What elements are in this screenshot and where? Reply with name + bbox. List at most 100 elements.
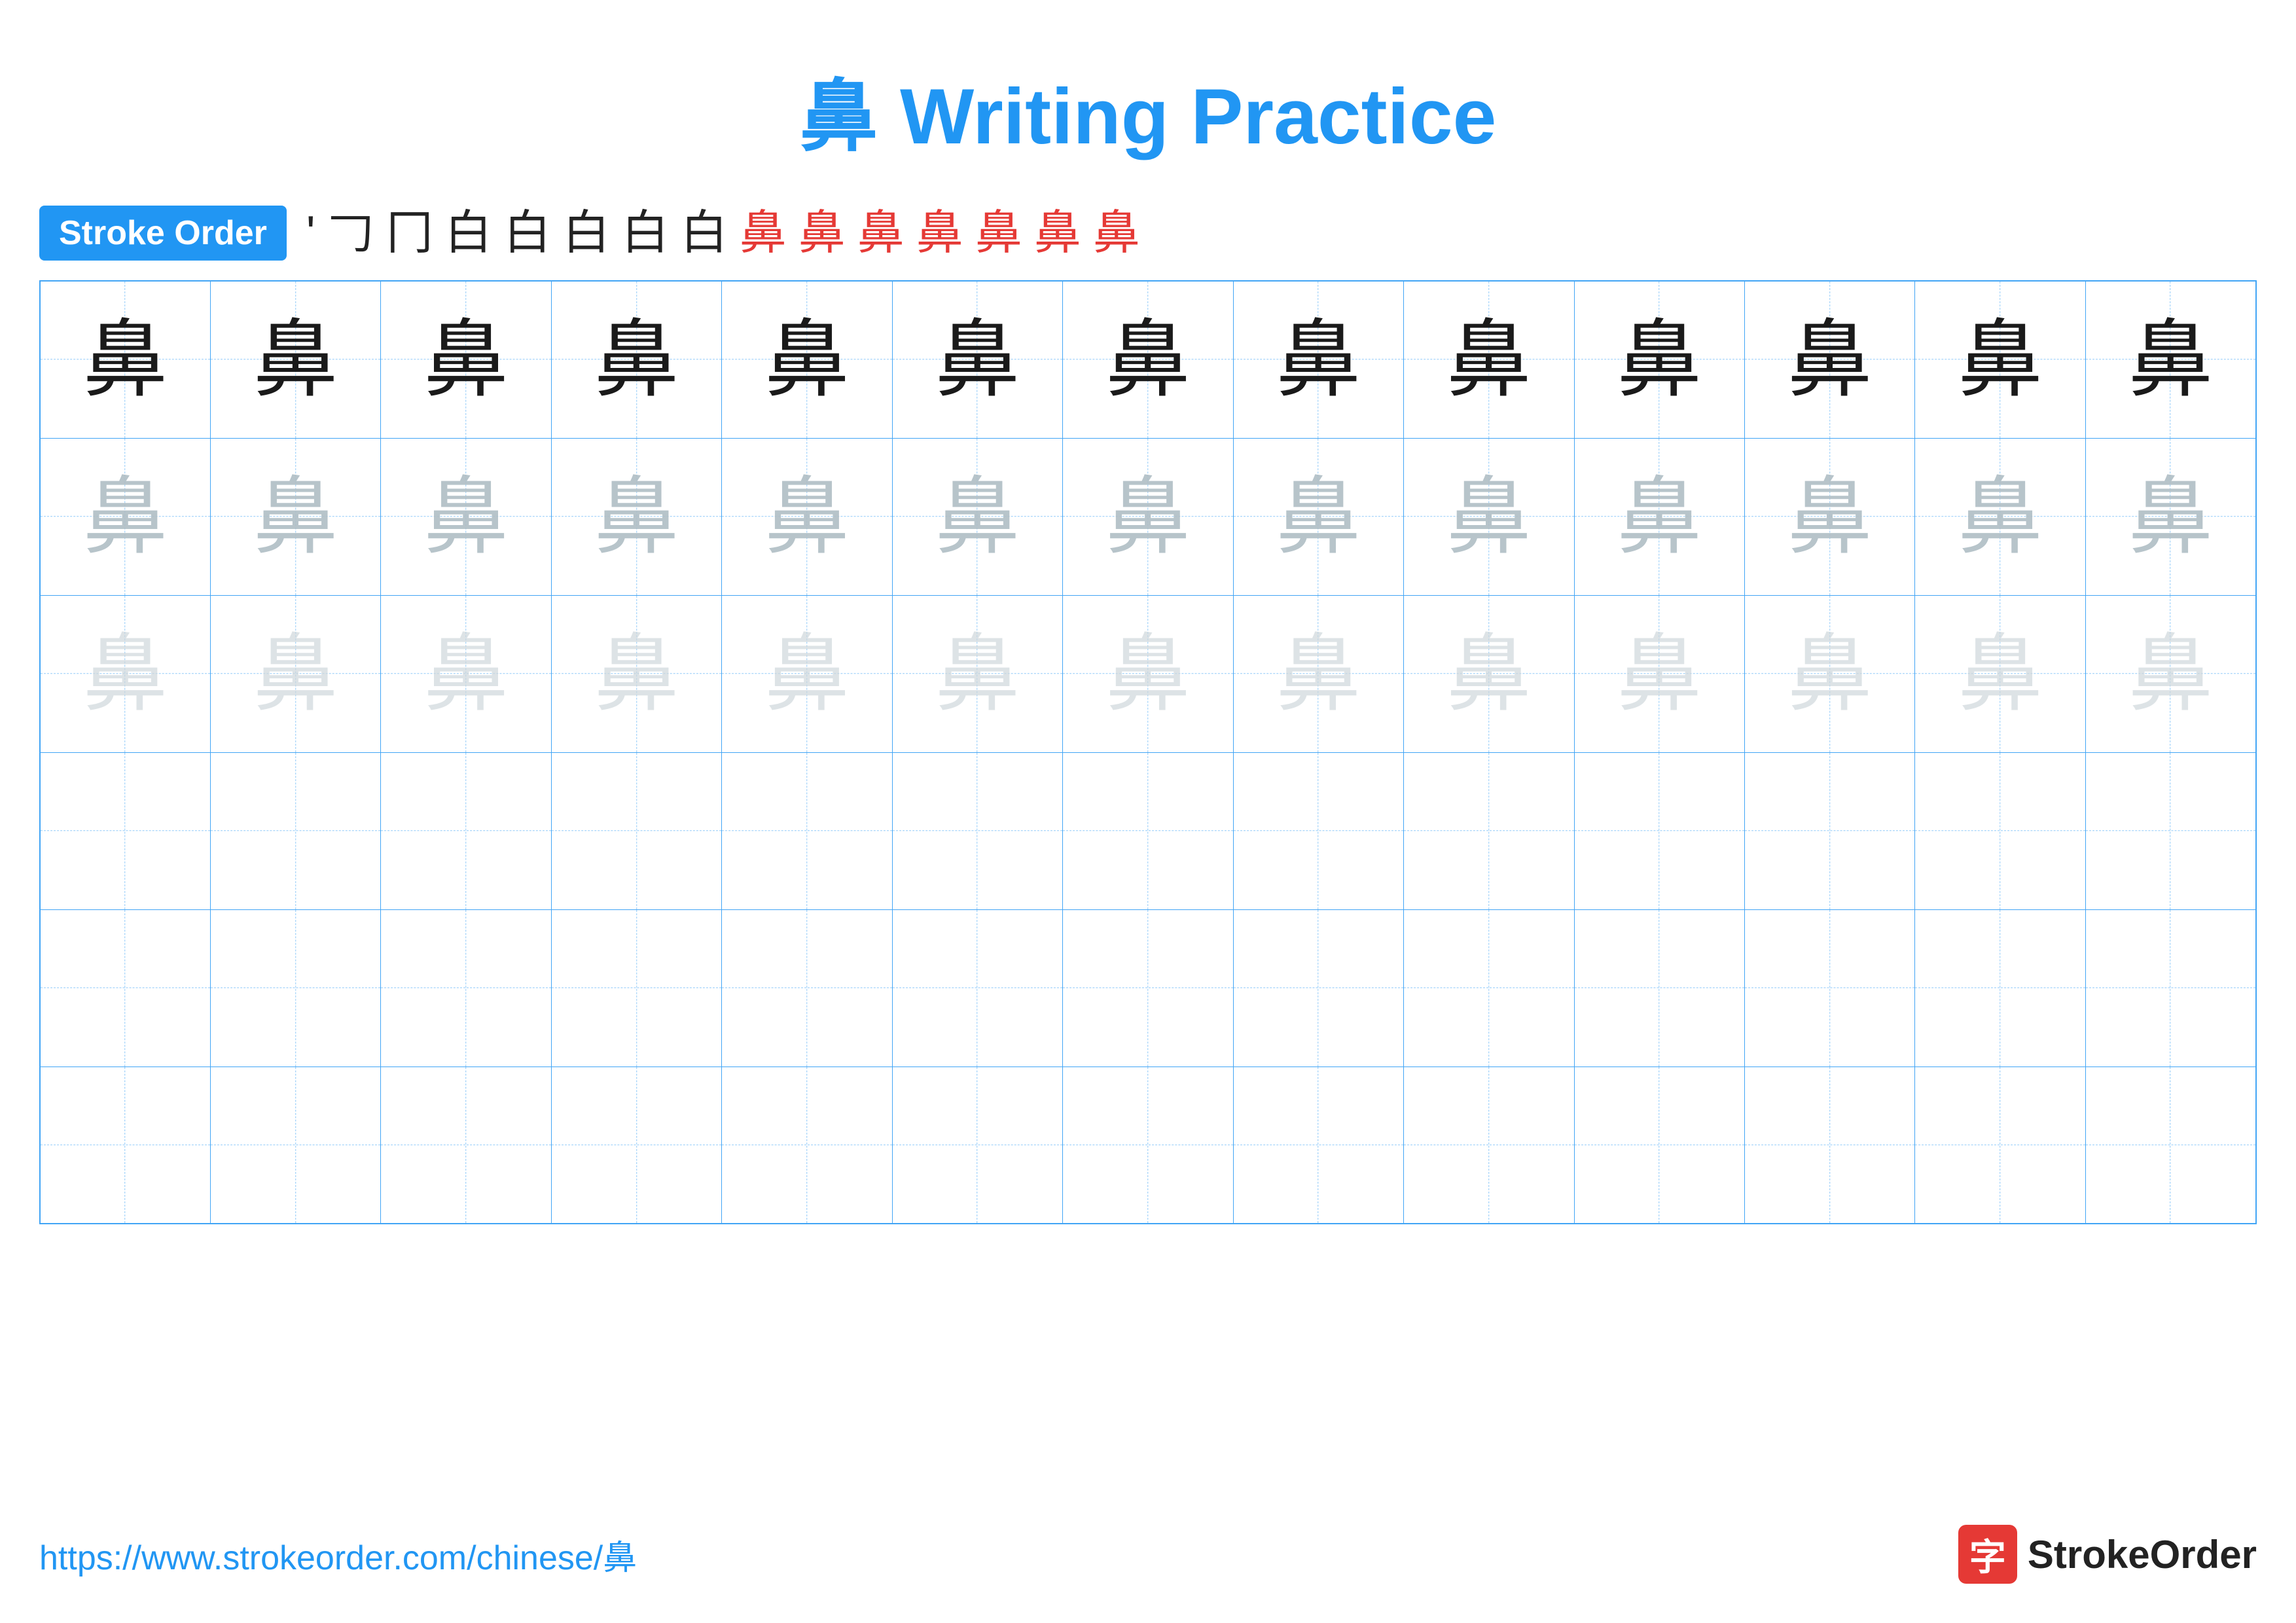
practice-char: 鼻 bbox=[2128, 469, 2213, 564]
stroke-order-badge: Stroke Order bbox=[39, 206, 287, 261]
grid-cell[interactable]: 鼻 bbox=[40, 281, 210, 438]
practice-char: 鼻 bbox=[1787, 312, 1873, 407]
grid-cell[interactable]: 鼻 bbox=[892, 281, 1062, 438]
grid-cell[interactable] bbox=[722, 1067, 892, 1224]
grid-cell[interactable] bbox=[551, 909, 721, 1067]
grid-cell[interactable] bbox=[381, 752, 551, 909]
grid-cell[interactable]: 鼻 bbox=[1745, 438, 1915, 595]
grid-cell[interactable]: 鼻 bbox=[1574, 438, 1744, 595]
stroke-13: 鼻 bbox=[975, 210, 1022, 257]
grid-cell[interactable] bbox=[1745, 1067, 1915, 1224]
grid-cell[interactable] bbox=[210, 752, 380, 909]
title-section: 鼻 Writing Practice bbox=[0, 0, 2296, 192]
grid-cell[interactable]: 鼻 bbox=[1745, 595, 1915, 752]
grid-cell[interactable] bbox=[722, 909, 892, 1067]
grid-cell[interactable]: 鼻 bbox=[1063, 281, 1233, 438]
table-row: 鼻 鼻 鼻 鼻 鼻 鼻 鼻 鼻 鼻 鼻 鼻 鼻 鼻 bbox=[40, 438, 2256, 595]
grid-cell[interactable]: 鼻 bbox=[892, 438, 1062, 595]
grid-cell[interactable]: 鼻 bbox=[1574, 595, 1744, 752]
grid-cell[interactable]: 鼻 bbox=[1915, 595, 2085, 752]
logo-text: StrokeOrder bbox=[2028, 1532, 2257, 1577]
grid-cell[interactable] bbox=[1233, 909, 1403, 1067]
grid-cell[interactable] bbox=[2085, 752, 2256, 909]
grid-cell[interactable]: 鼻 bbox=[381, 438, 551, 595]
grid-cell[interactable] bbox=[1063, 752, 1233, 909]
grid-cell[interactable]: 鼻 bbox=[892, 595, 1062, 752]
grid-cell[interactable] bbox=[40, 1067, 210, 1224]
grid-cell[interactable]: 鼻 bbox=[210, 595, 380, 752]
grid-cell[interactable] bbox=[1233, 1067, 1403, 1224]
grid-cell[interactable]: 鼻 bbox=[551, 281, 721, 438]
practice-char: 鼻 bbox=[935, 626, 1020, 721]
grid-cell[interactable]: 鼻 bbox=[210, 281, 380, 438]
grid-cell[interactable] bbox=[2085, 909, 2256, 1067]
grid-cell[interactable]: 鼻 bbox=[381, 281, 551, 438]
grid-cell[interactable] bbox=[1404, 752, 1574, 909]
grid-cell[interactable]: 鼻 bbox=[381, 595, 551, 752]
practice-char: 鼻 bbox=[1446, 626, 1532, 721]
grid-cell[interactable]: 鼻 bbox=[2085, 595, 2256, 752]
grid-cell[interactable] bbox=[210, 1067, 380, 1224]
practice-char: 鼻 bbox=[1617, 312, 1702, 407]
stroke-10: 鼻 bbox=[798, 210, 846, 257]
grid-cell[interactable]: 鼻 bbox=[1404, 438, 1574, 595]
grid-cell[interactable] bbox=[1063, 909, 1233, 1067]
grid-cell[interactable] bbox=[1574, 1067, 1744, 1224]
grid-cell[interactable]: 鼻 bbox=[1063, 595, 1233, 752]
grid-cell[interactable]: 鼻 bbox=[2085, 281, 2256, 438]
grid-cell[interactable]: 鼻 bbox=[40, 438, 210, 595]
grid-cell[interactable]: 鼻 bbox=[551, 438, 721, 595]
practice-char: 鼻 bbox=[423, 626, 509, 721]
grid-cell[interactable]: 鼻 bbox=[1063, 438, 1233, 595]
grid-cell[interactable]: 鼻 bbox=[1915, 281, 2085, 438]
grid-cell[interactable] bbox=[1745, 752, 1915, 909]
grid-cell[interactable] bbox=[892, 752, 1062, 909]
practice-char: 鼻 bbox=[1446, 469, 1532, 564]
grid-cell[interactable] bbox=[1745, 909, 1915, 1067]
practice-char: 鼻 bbox=[2128, 626, 2213, 721]
grid-cell[interactable]: 鼻 bbox=[40, 595, 210, 752]
grid-cell[interactable] bbox=[210, 909, 380, 1067]
practice-char: 鼻 bbox=[764, 312, 850, 407]
grid-cell[interactable]: 鼻 bbox=[722, 438, 892, 595]
grid-cell[interactable] bbox=[1404, 909, 1574, 1067]
grid-cell[interactable] bbox=[1404, 1067, 1574, 1224]
grid-cell[interactable] bbox=[40, 752, 210, 909]
grid-cell[interactable] bbox=[381, 909, 551, 1067]
grid-cell[interactable]: 鼻 bbox=[1574, 281, 1744, 438]
grid-cell[interactable]: 鼻 bbox=[1404, 281, 1574, 438]
grid-cell[interactable] bbox=[1574, 909, 1744, 1067]
grid-cell[interactable]: 鼻 bbox=[1404, 595, 1574, 752]
grid-cell[interactable] bbox=[551, 1067, 721, 1224]
grid-cell[interactable]: 鼻 bbox=[722, 595, 892, 752]
grid-cell[interactable] bbox=[2085, 1067, 2256, 1224]
grid-cell[interactable] bbox=[1915, 1067, 2085, 1224]
grid-cell[interactable] bbox=[892, 909, 1062, 1067]
practice-char: 鼻 bbox=[1787, 469, 1873, 564]
grid-cell[interactable]: 鼻 bbox=[1233, 595, 1403, 752]
grid-cell[interactable] bbox=[1233, 752, 1403, 909]
grid-cell[interactable] bbox=[1574, 752, 1744, 909]
grid-cell[interactable] bbox=[551, 752, 721, 909]
grid-cell[interactable] bbox=[1915, 909, 2085, 1067]
grid-cell[interactable]: 鼻 bbox=[1233, 438, 1403, 595]
grid-cell[interactable]: 鼻 bbox=[1233, 281, 1403, 438]
grid-cell[interactable] bbox=[722, 752, 892, 909]
grid-cell[interactable] bbox=[1063, 1067, 1233, 1224]
practice-char: 鼻 bbox=[253, 626, 338, 721]
grid-cell[interactable] bbox=[892, 1067, 1062, 1224]
grid-cell[interactable] bbox=[1915, 752, 2085, 909]
practice-char: 鼻 bbox=[1617, 469, 1702, 564]
grid-cell[interactable]: 鼻 bbox=[1745, 281, 1915, 438]
grid-cell[interactable] bbox=[40, 909, 210, 1067]
grid-cell[interactable]: 鼻 bbox=[722, 281, 892, 438]
grid-cell[interactable]: 鼻 bbox=[551, 595, 721, 752]
table-row bbox=[40, 909, 2256, 1067]
grid-cell[interactable]: 鼻 bbox=[1915, 438, 2085, 595]
footer-link[interactable]: https://www.strokeorder.com/chinese/鼻 bbox=[39, 1530, 637, 1579]
grid-cell[interactable] bbox=[381, 1067, 551, 1224]
grid-cell[interactable]: 鼻 bbox=[2085, 438, 2256, 595]
grid-cell[interactable]: 鼻 bbox=[210, 438, 380, 595]
table-row bbox=[40, 1067, 2256, 1224]
footer: https://www.strokeorder.com/chinese/鼻 字 … bbox=[39, 1525, 2257, 1584]
